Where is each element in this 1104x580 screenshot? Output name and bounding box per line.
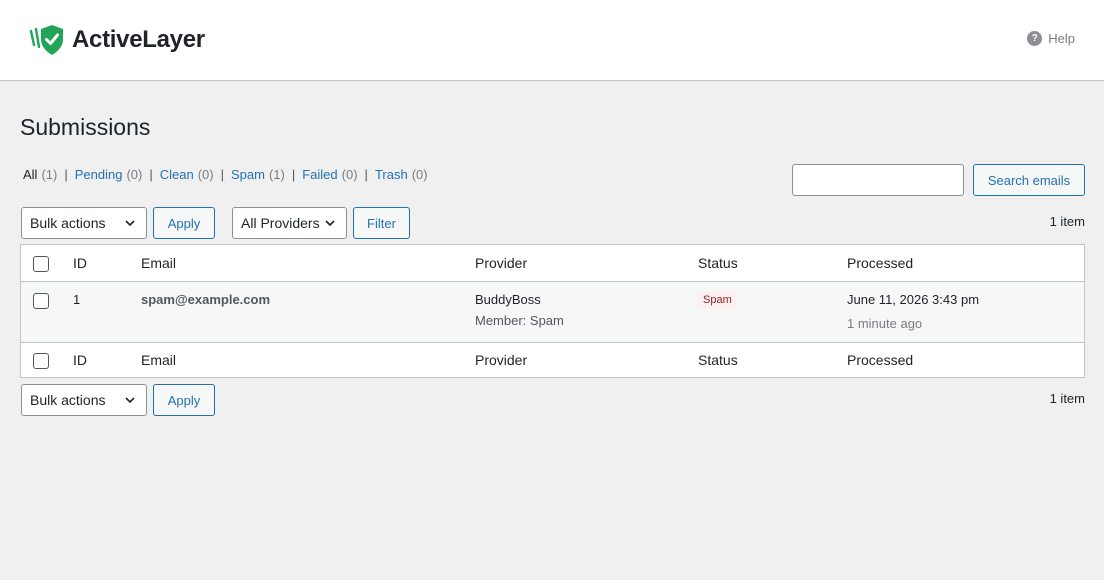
row-processed-ago: 1 minute ago xyxy=(847,316,923,331)
item-count-top: 1 item xyxy=(1049,214,1085,229)
filter-clean[interactable]: Clean (0) xyxy=(160,167,214,182)
item-count-bottom: 1 item xyxy=(1049,391,1085,406)
main-content: Submissions All (1) | Pending (0) | Clean(… xyxy=(0,81,1104,580)
column-email[interactable]: Email xyxy=(141,255,176,271)
page-title: Submissions xyxy=(20,114,151,140)
row-id: 1 xyxy=(73,292,81,307)
filter-trash[interactable]: Trash (0) xyxy=(375,167,428,182)
column-id[interactable]: ID xyxy=(73,255,87,271)
row-provider-meta: Member: Spam xyxy=(475,313,564,328)
filter-pending[interactable]: Pending (0) xyxy=(75,167,143,182)
top-bar: ActiveLayer ? Help xyxy=(0,0,1104,81)
help-icon: ? xyxy=(1027,31,1043,46)
column-processed[interactable]: Processed xyxy=(847,255,913,271)
bulk-actions-select-top[interactable]: Bulk actions xyxy=(21,207,147,239)
chevron-down-icon xyxy=(125,397,135,404)
search-emails-button[interactable]: Search emails xyxy=(973,164,1085,196)
column-provider-footer[interactable]: Provider xyxy=(475,352,527,368)
table-header-row: ID Email Provider Status Processed xyxy=(21,245,1084,282)
help-link[interactable]: ? Help xyxy=(1027,31,1075,46)
shield-check-icon xyxy=(29,25,63,55)
bulk-actions-label: Bulk actions xyxy=(30,215,106,231)
submissions-table: ID Email Provider Status Processed 1 spa… xyxy=(20,244,1085,378)
column-status-footer[interactable]: Status xyxy=(698,352,738,368)
bulk-actions-select-bottom[interactable]: Bulk actions xyxy=(21,384,147,416)
column-id-footer[interactable]: ID xyxy=(73,352,87,368)
status-badge: Spam xyxy=(698,291,737,309)
providers-select[interactable]: All Providers xyxy=(232,207,347,239)
column-provider[interactable]: Provider xyxy=(475,255,527,271)
providers-label: All Providers xyxy=(241,215,320,231)
row-email[interactable]: spam@example.com xyxy=(141,292,270,307)
column-processed-footer[interactable]: Processed xyxy=(847,352,913,368)
select-all-checkbox-footer[interactable] xyxy=(33,353,49,369)
column-status[interactable]: Status xyxy=(698,255,738,271)
chevron-down-icon xyxy=(325,220,335,227)
filter-all[interactable]: All (1) xyxy=(23,167,57,182)
table-row: 1 spam@example.com BuddyBoss Member: Spa… xyxy=(21,282,1084,342)
table-footer-row: ID Email Provider Status Processed xyxy=(21,342,1084,377)
apply-button-bottom[interactable]: Apply xyxy=(153,384,215,416)
brand-name: ActiveLayer xyxy=(72,26,205,53)
apply-button-top[interactable]: Apply xyxy=(153,207,215,239)
brand-logo[interactable]: ActiveLayer xyxy=(28,23,205,57)
row-checkbox[interactable] xyxy=(33,293,49,309)
search-input[interactable] xyxy=(792,164,964,196)
help-label: Help xyxy=(1048,31,1075,46)
status-filters: All (1) | Pending (0) | Clean (0) | Spam (1)… xyxy=(23,167,428,182)
filter-spam[interactable]: Spam (1) xyxy=(231,167,285,182)
bulk-actions-label: Bulk actions xyxy=(30,392,106,408)
filter-failed[interactable]: Failed (0) xyxy=(302,167,357,182)
filter-button[interactable]: Filter xyxy=(353,207,410,239)
select-all-checkbox[interactable] xyxy=(33,256,49,272)
row-processed: June 11, 2026 3:43 pm xyxy=(847,292,980,307)
row-provider: BuddyBoss xyxy=(475,292,541,307)
chevron-down-icon xyxy=(125,220,135,227)
column-email-footer[interactable]: Email xyxy=(141,352,176,368)
